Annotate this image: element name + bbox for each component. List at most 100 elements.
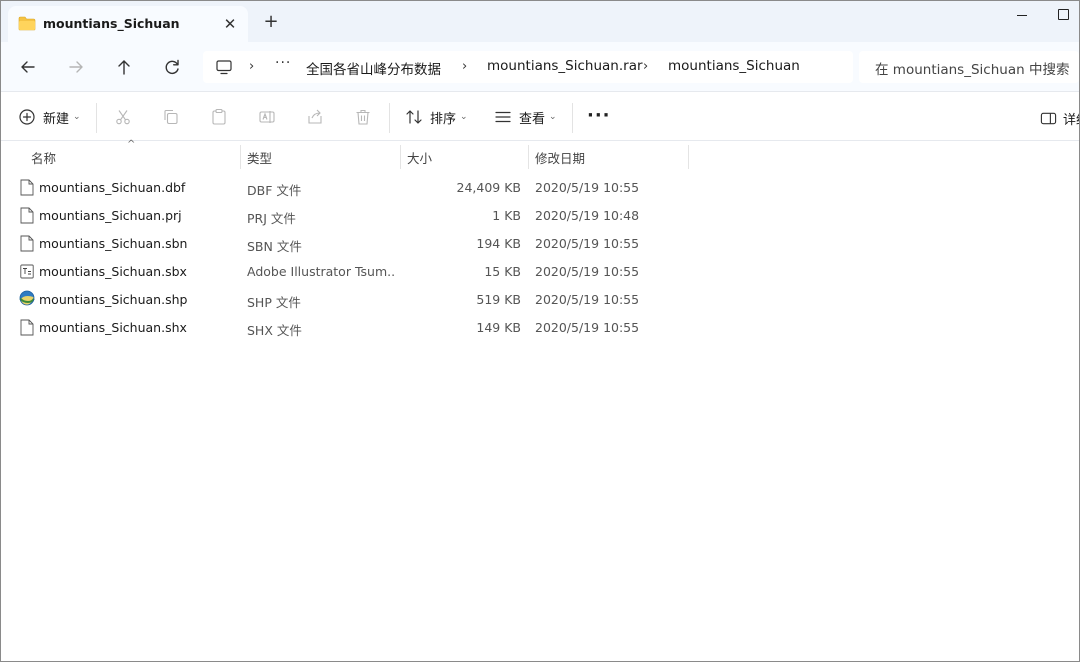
new-label: 新建 bbox=[43, 111, 70, 127]
column-headers: ^ 名称 类型 大小 修改日期 bbox=[1, 139, 1079, 170]
address-bar[interactable]: › ··· 全国各省山峰分布数据 › mountians_Sichuan.rar… bbox=[203, 51, 853, 83]
view-list-icon bbox=[495, 111, 511, 123]
file-row[interactable]: mountians_Sichuan.dbf DBF 文件 24,409 KB 2… bbox=[1, 173, 701, 201]
file-type: DBF 文件 bbox=[247, 183, 302, 198]
chevron-right-icon[interactable]: › bbox=[643, 59, 648, 74]
file-row[interactable]: mountians_Sichuan.prj PRJ 文件 1 KB 2020/5… bbox=[1, 201, 701, 229]
file-row[interactable]: mountians_Sichuan.shp SHP 文件 519 KB 2020… bbox=[1, 285, 701, 313]
file-size: 24,409 KB bbox=[456, 180, 521, 195]
scissors-icon bbox=[116, 110, 130, 125]
text-file-icon bbox=[20, 264, 34, 279]
column-header-size[interactable]: 大小 bbox=[407, 148, 432, 167]
file-row[interactable]: mountians_Sichuan.sbx Adobe Illustrator … bbox=[1, 257, 701, 285]
blank-file-icon bbox=[20, 319, 34, 336]
delete-button[interactable] bbox=[354, 105, 372, 129]
details-pane-icon bbox=[1040, 112, 1057, 125]
sort-button[interactable]: 排序 ⌄ bbox=[405, 105, 468, 129]
separator bbox=[389, 103, 390, 133]
back-icon[interactable] bbox=[15, 54, 41, 80]
forward-icon[interactable] bbox=[63, 54, 89, 80]
command-bar: 新建 ⌄ 排序 ⌄ 查看 ⌄ ··· 详 bbox=[1, 93, 1079, 141]
file-name: mountians_Sichuan.shp bbox=[39, 292, 188, 307]
refresh-icon[interactable] bbox=[159, 54, 185, 80]
sort-label: 排序 bbox=[430, 111, 457, 127]
search-input[interactable]: 在 mountians_Sichuan 中搜索 bbox=[859, 51, 1079, 83]
file-type: PRJ 文件 bbox=[247, 211, 296, 226]
this-pc-icon[interactable] bbox=[215, 58, 233, 76]
file-explorer-window: mountians_Sichuan ✕ + › ··· 全国各省山峰分布数据 ›… bbox=[0, 0, 1080, 662]
up-icon[interactable] bbox=[111, 54, 137, 80]
column-divider[interactable] bbox=[240, 145, 241, 169]
file-size: 149 KB bbox=[476, 320, 521, 335]
plus-circle-icon bbox=[19, 109, 35, 125]
breadcrumb-item[interactable]: mountians_Sichuan.rar bbox=[487, 58, 643, 74]
tab-mountians-sichuan[interactable]: mountians_Sichuan ✕ bbox=[8, 6, 248, 42]
file-row[interactable]: mountians_Sichuan.sbn SBN 文件 194 KB 2020… bbox=[1, 229, 701, 257]
file-list: mountians_Sichuan.dbf DBF 文件 24,409 KB 2… bbox=[1, 173, 701, 341]
close-tab-icon[interactable]: ✕ bbox=[220, 14, 240, 34]
column-header-name[interactable]: 名称 bbox=[31, 148, 56, 167]
file-modified: 2020/5/19 10:55 bbox=[535, 320, 640, 335]
minimize-icon[interactable] bbox=[1013, 6, 1031, 24]
details-label: 详细 bbox=[1063, 113, 1079, 128]
clipboard-icon bbox=[212, 108, 226, 125]
globe-file-icon bbox=[19, 290, 35, 306]
file-row[interactable]: mountians_Sichuan.shx SHX 文件 149 KB 2020… bbox=[1, 313, 701, 341]
sort-icon bbox=[406, 110, 422, 124]
file-name: mountians_Sichuan.shx bbox=[39, 320, 187, 335]
column-divider[interactable] bbox=[688, 145, 689, 169]
file-type: SBN 文件 bbox=[247, 239, 302, 254]
more-options-icon[interactable]: ··· bbox=[587, 107, 611, 125]
new-button[interactable]: 新建 ⌄ bbox=[18, 105, 81, 129]
share-icon bbox=[308, 109, 322, 124]
blank-file-icon bbox=[20, 235, 34, 252]
maximize-icon[interactable] bbox=[1056, 7, 1070, 21]
search-placeholder: 在 mountians_Sichuan 中搜索 bbox=[875, 62, 1070, 78]
paste-button[interactable] bbox=[210, 105, 228, 129]
separator bbox=[96, 103, 97, 133]
file-name: mountians_Sichuan.prj bbox=[39, 208, 182, 223]
folder-icon bbox=[18, 16, 36, 31]
file-size: 519 KB bbox=[476, 292, 521, 307]
tab-title: mountians_Sichuan bbox=[43, 16, 180, 31]
blank-file-icon bbox=[20, 179, 34, 196]
chevron-down-icon: ⌄ bbox=[549, 112, 557, 122]
file-type: SHP 文件 bbox=[247, 295, 301, 310]
chevron-down-icon: ⌄ bbox=[73, 112, 81, 122]
file-modified: 2020/5/19 10:55 bbox=[535, 180, 640, 195]
file-name: mountians_Sichuan.dbf bbox=[39, 180, 186, 195]
navigation-bar: › ··· 全国各省山峰分布数据 › mountians_Sichuan.rar… bbox=[1, 42, 1079, 92]
chevron-right-icon[interactable]: › bbox=[249, 59, 254, 74]
breadcrumb-item[interactable]: 全国各省山峰分布数据 bbox=[306, 58, 441, 78]
column-header-type[interactable]: 类型 bbox=[247, 148, 272, 167]
file-size: 194 KB bbox=[476, 236, 521, 251]
blank-file-icon bbox=[20, 207, 34, 224]
file-name: mountians_Sichuan.sbx bbox=[39, 264, 187, 279]
view-label: 查看 bbox=[519, 111, 546, 127]
copy-button[interactable] bbox=[162, 105, 180, 129]
rename-button[interactable] bbox=[258, 105, 276, 129]
share-button[interactable] bbox=[306, 105, 324, 129]
file-size: 1 KB bbox=[492, 208, 521, 223]
column-divider[interactable] bbox=[400, 145, 401, 169]
more-locations-icon[interactable]: ··· bbox=[275, 55, 291, 71]
column-divider[interactable] bbox=[528, 145, 529, 169]
file-name: mountians_Sichuan.sbn bbox=[39, 236, 188, 251]
new-tab-button[interactable]: + bbox=[259, 11, 283, 35]
breadcrumb-item-current[interactable]: mountians_Sichuan bbox=[668, 58, 800, 74]
file-size: 15 KB bbox=[484, 264, 521, 279]
file-modified: 2020/5/19 10:48 bbox=[535, 208, 640, 223]
chevron-down-icon: ⌄ bbox=[460, 112, 468, 122]
column-header-modified[interactable]: 修改日期 bbox=[535, 148, 585, 167]
file-type: Adobe Illustrator Tsum... bbox=[247, 264, 395, 279]
trash-icon bbox=[356, 109, 370, 125]
chevron-right-icon[interactable]: › bbox=[462, 59, 467, 74]
details-pane-button[interactable]: 详细 bbox=[1040, 109, 1079, 128]
copy-icon bbox=[164, 109, 178, 125]
separator bbox=[572, 103, 573, 133]
file-type: SHX 文件 bbox=[247, 323, 302, 338]
view-button[interactable]: 查看 ⌄ bbox=[494, 105, 557, 129]
file-modified: 2020/5/19 10:55 bbox=[535, 236, 640, 251]
cut-button[interactable] bbox=[114, 105, 132, 129]
file-modified: 2020/5/19 10:55 bbox=[535, 292, 640, 307]
